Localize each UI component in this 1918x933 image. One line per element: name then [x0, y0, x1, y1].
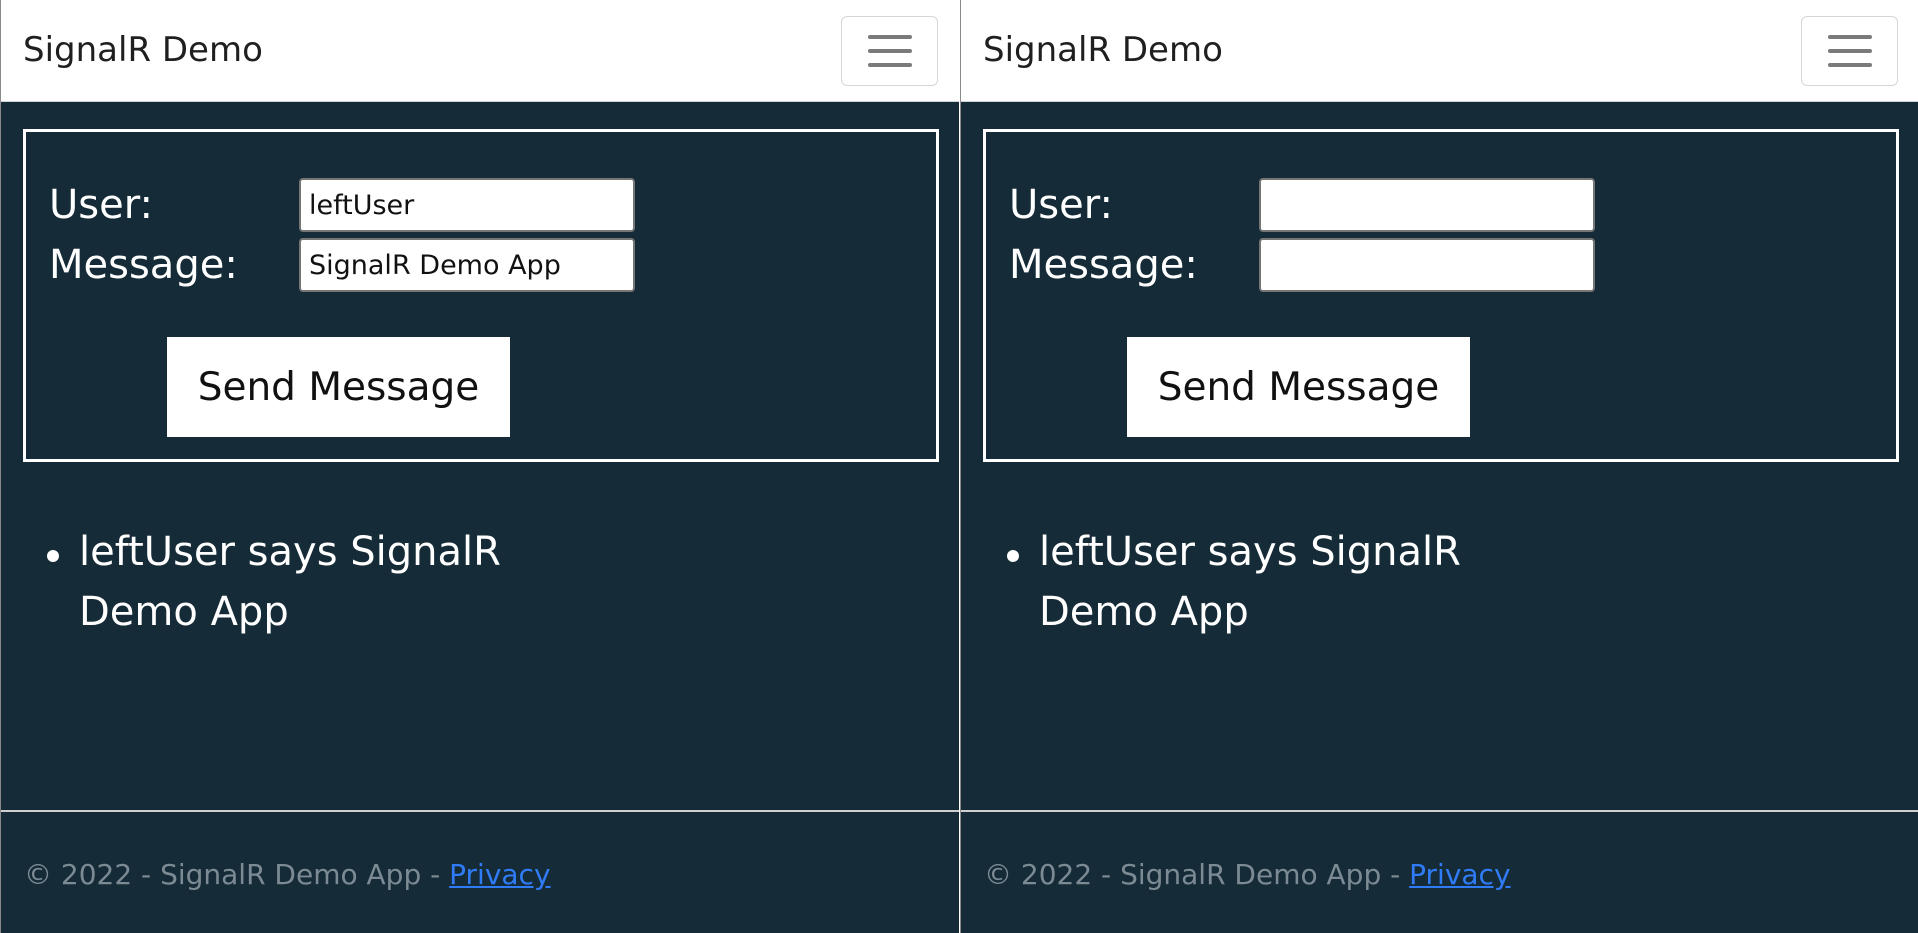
hamburger-menu-icon	[867, 34, 912, 68]
navbar-brand[interactable]: SignalR Demo	[23, 30, 263, 70]
footer-divider	[1, 810, 959, 812]
footer: © 2022 - SignalR Demo App - Privacy	[984, 858, 1511, 891]
send-message-button[interactable]: Send Message	[1127, 337, 1470, 437]
navbar-toggle-button[interactable]	[841, 16, 938, 86]
messages-list: leftUser says SignalR Demo App	[41, 522, 601, 642]
privacy-link[interactable]: Privacy	[449, 858, 550, 891]
navbar: SignalR Demo	[961, 0, 1918, 102]
footer-divider	[961, 810, 1918, 812]
right-browser-pane: SignalR Demo User: Message: Send Message…	[960, 0, 1918, 933]
navbar-toggle-button[interactable]	[1801, 16, 1898, 86]
privacy-link[interactable]: Privacy	[1409, 858, 1510, 891]
send-message-button[interactable]: Send Message	[167, 337, 510, 437]
user-input[interactable]	[1259, 178, 1595, 232]
hamburger-menu-icon	[1827, 34, 1872, 68]
user-label: User:	[1009, 182, 1113, 228]
navbar: SignalR Demo	[1, 0, 959, 102]
footer-text: © 2022 - SignalR Demo App -	[24, 858, 450, 891]
navbar-brand[interactable]: SignalR Demo	[983, 30, 1223, 70]
messages-list: leftUser says SignalR Demo App	[1001, 522, 1561, 642]
message-item: leftUser says SignalR Demo App	[41, 522, 601, 642]
message-form: User: Message: Send Message	[23, 129, 939, 462]
user-input[interactable]	[299, 178, 635, 232]
message-item: leftUser says SignalR Demo App	[1001, 522, 1561, 642]
message-label: Message:	[1009, 242, 1198, 288]
message-input[interactable]	[1259, 238, 1595, 292]
footer-text: © 2022 - SignalR Demo App -	[984, 858, 1410, 891]
message-form: User: Message: Send Message	[983, 129, 1899, 462]
left-browser-pane: SignalR Demo User: Message: Send Message…	[0, 0, 959, 933]
message-input[interactable]	[299, 238, 635, 292]
user-label: User:	[49, 182, 153, 228]
footer: © 2022 - SignalR Demo App - Privacy	[24, 858, 551, 891]
message-label: Message:	[49, 242, 238, 288]
